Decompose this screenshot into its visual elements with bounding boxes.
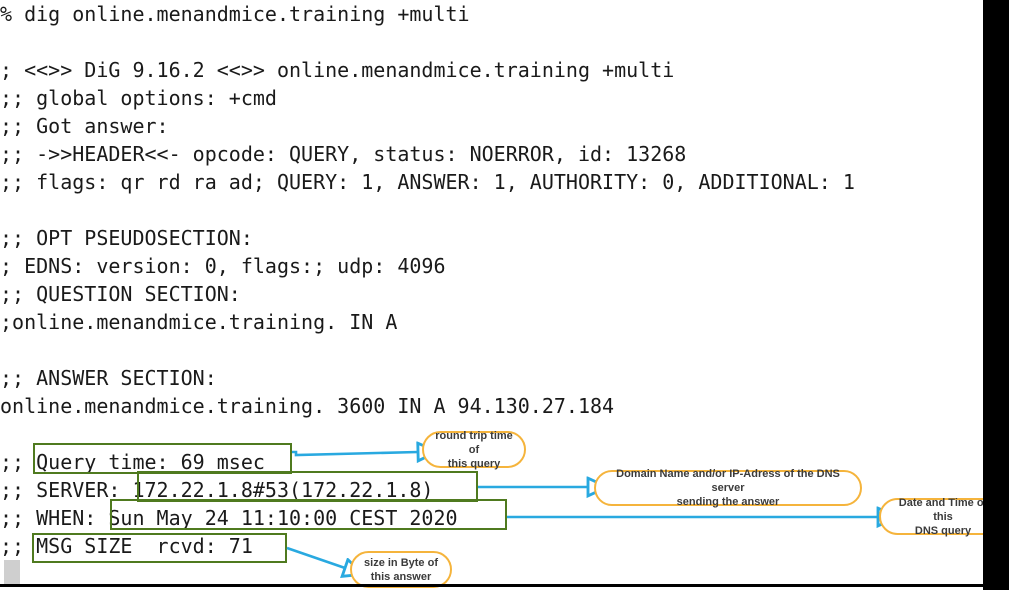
terminal-line-dig-version: ; <<>> DiG 9.16.2 <<>> online.menandmice… <box>0 58 675 82</box>
highlight-box-when <box>110 499 507 530</box>
callout-query-time-line1: round trip time of <box>435 429 513 456</box>
terminal-line-answer-record: online.menandmice.training. 3600 IN A 94… <box>0 394 615 418</box>
terminal-line-question-record: ;online.menandmice.training. IN A <box>0 310 398 334</box>
arrow-msg-size <box>286 546 345 568</box>
terminal-cursor-block <box>4 560 20 584</box>
highlight-box-msg-size <box>32 533 287 563</box>
callout-msg-size-line2: this answer <box>370 570 432 583</box>
terminal-line-answer-section: ;; ANSWER SECTION: <box>0 366 217 390</box>
arrow-query-time <box>292 452 418 455</box>
slide-right-edge <box>983 0 1009 590</box>
callout-server-line2: sending the answer <box>676 496 780 508</box>
terminal-line-got-answer: ;; Got answer: <box>0 114 169 138</box>
highlight-box-query-time <box>33 443 292 474</box>
terminal-line-flags: ;; flags: qr rd ra ad; QUERY: 1, ANSWER:… <box>0 170 855 194</box>
highlight-box-server <box>137 471 478 502</box>
callout-when-line2: DNS query <box>914 524 972 537</box>
callout-msg-size-line1: size in Byte of <box>364 556 438 569</box>
callout-query-time-line2: this query <box>447 457 501 470</box>
terminal-line-edns: ; EDNS: version: 0, flags:; udp: 4096 <box>0 254 446 278</box>
callout-msg-size: size in Byte of this answer <box>350 551 452 588</box>
callout-server-line1: Domain Name and/or IP-Adress of the DNS … <box>616 468 840 494</box>
callout-server: Domain Name and/or IP-Adress of the DNS … <box>594 468 862 508</box>
terminal-line-prompt-command: % dig online.menandmice.training +multi <box>0 2 470 26</box>
terminal-line-question-section: ;; QUESTION SECTION: <box>0 282 241 306</box>
terminal-line-header: ;; ->>HEADER<<- opcode: QUERY, status: N… <box>0 142 687 166</box>
slide-canvas: % dig online.menandmice.training +multi … <box>0 0 1009 590</box>
terminal-line-global-options: ;; global options: +cmd <box>0 86 277 110</box>
callout-query-time: round trip time of this query <box>422 429 526 470</box>
callout-when-line1: Date and Time of this <box>898 496 988 523</box>
slide-bottom-rule <box>0 584 983 587</box>
terminal-line-opt-pseudosection: ;; OPT PSEUDOSECTION: <box>0 226 253 250</box>
